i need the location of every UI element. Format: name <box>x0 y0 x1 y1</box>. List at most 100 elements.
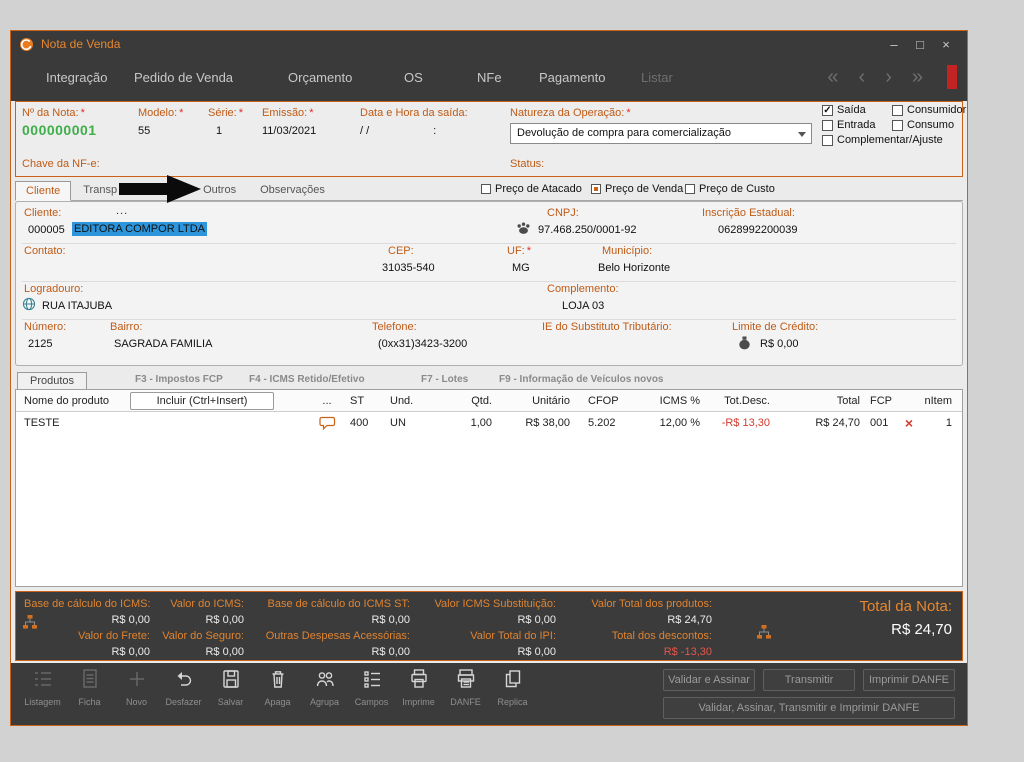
titlebar: Nota de Venda – □ × <box>11 31 967 57</box>
modelo-value[interactable]: 55 <box>138 125 183 137</box>
data-saida-time-value[interactable]: : <box>433 125 436 137</box>
chave-nfe-label: Chave da NF-e: <box>22 158 100 170</box>
menu-orcamento[interactable]: Orçamento <box>288 70 352 85</box>
hint-f9: F9 - Informação de Veículos novos <box>499 374 664 385</box>
bairro-value: SAGRADA FAMILIA <box>114 338 213 350</box>
toolbar-campos-button[interactable]: Campos <box>348 667 395 707</box>
checkbox-saida[interactable]: ✓ Saída <box>822 104 866 116</box>
toolbar-replica-button[interactable]: Replica <box>489 667 536 707</box>
last-record-icon[interactable]: » <box>912 66 923 88</box>
grand-total-value: R$ 24,70 <box>891 621 952 638</box>
prev-record-icon[interactable]: ‹ <box>859 66 866 88</box>
numero-nota-label: Nº da Nota: <box>22 107 79 119</box>
cliente-nome-value[interactable]: EDITORA COMPOR LTDA <box>72 222 208 236</box>
toolbar-danfe-button[interactable]: DANFE <box>442 667 489 707</box>
cell-qtd: 1,00 <box>470 417 492 429</box>
emissao-label: Emissão: <box>262 107 308 119</box>
hint-f4: F4 - ICMS Retido/Efetivo <box>249 374 365 385</box>
tab-observacoes[interactable]: Observações <box>248 180 337 200</box>
field-serie: Série: * 1 <box>208 107 243 137</box>
checkbox-entrada[interactable]: Entrada <box>822 119 876 131</box>
produtos-grid: Nome do produto Incluir (Ctrl+Insert) ..… <box>15 389 963 587</box>
note-header-panel: Nº da Nota: * 000000001 Modelo: * 55 Série… <box>15 101 966 177</box>
transmitir-button[interactable]: Transmitir <box>763 669 855 691</box>
serie-value[interactable]: 1 <box>208 125 243 137</box>
tab-cliente[interactable]: Cliente <box>15 181 72 201</box>
close-button[interactable]: × <box>933 37 959 52</box>
cliente-panel: Cliente: ... 000005 EDITORA COMPOR LTDA … <box>15 201 963 366</box>
toolbar-agrupa-button[interactable]: Agrupa <box>301 667 348 707</box>
natureza-label: Natureza da Operação: <box>510 107 625 119</box>
network-icon <box>756 624 772 645</box>
tab-produtos[interactable]: Produtos <box>17 372 88 389</box>
cell-total: R$ 24,70 <box>815 417 860 429</box>
next-record-icon[interactable]: › <box>885 66 892 88</box>
totals-col-1: Base de cálculo do ICMS: R$ 0,00 Valor d… <box>24 596 151 660</box>
incluir-button[interactable]: Incluir (Ctrl+Insert) <box>130 392 274 410</box>
first-record-icon[interactable]: « <box>827 66 838 88</box>
checkbox-icon <box>892 119 903 131</box>
toolbar-apaga-button[interactable]: Apaga <box>254 667 301 707</box>
cell-icms: 12,00 % <box>659 417 700 429</box>
produtos-tabrow: Produtos F3 - Impostos FCP F4 - ICMS Ret… <box>15 369 963 389</box>
table-row[interactable]: TESTE 400 UN 1,00 R$ 38,00 5.202 12,00 %… <box>16 412 962 434</box>
col-fcp-header: FCP <box>870 395 892 407</box>
toolbar-salvar-button[interactable]: Salvar <box>207 667 254 707</box>
menu-pagamento[interactable]: Pagamento <box>539 70 606 85</box>
radio-preco-venda[interactable]: Preço de Venda <box>591 183 683 195</box>
delete-row-icon[interactable]: × <box>900 412 918 434</box>
bairro-label: Bairro: <box>110 321 143 333</box>
radio-preco-atacado[interactable]: Preço de Atacado <box>481 183 582 195</box>
cell-nome: TESTE <box>24 417 60 429</box>
natureza-selected-option: Devolução de compra para comercialização <box>517 127 731 139</box>
data-saida-date-value[interactable]: / / <box>360 125 369 137</box>
document-icon <box>79 667 101 691</box>
field-emissao: Emissão: * 11/03/2021 <box>262 107 316 137</box>
toolbar-desfazer-button[interactable]: Desfazer <box>160 667 207 707</box>
menu-pedido-de-venda[interactable]: Pedido de Venda <box>134 70 233 85</box>
bottom-toolbar: Listagem Ficha Novo Desfazer Salvar Apag… <box>11 663 967 725</box>
globe-icon <box>22 297 36 314</box>
comment-icon[interactable] <box>314 412 340 434</box>
total-label: Total dos descontos: <box>611 630 712 642</box>
checkbox-consumo[interactable]: Consumo <box>892 119 954 131</box>
checkbox-complementar-ajuste[interactable]: Complementar/Ajuste <box>822 134 943 146</box>
menubar: Integração Pedido de Venda Orçamento OS … <box>11 57 967 101</box>
natureza-operacao-select[interactable]: Devolução de compra para comercialização <box>510 123 812 144</box>
col-total-header: Total <box>836 395 860 407</box>
municipio-label: Município: <box>602 245 653 257</box>
telefone-value: (0xx31)3423-3200 <box>378 338 468 350</box>
checkbox-entrada-label: Entrada <box>837 119 876 131</box>
hint-f7: F7 - Lotes <box>421 374 469 385</box>
toolbar-imprime-button[interactable]: Imprime <box>395 667 442 707</box>
emissao-value[interactable]: 11/03/2021 <box>262 125 316 137</box>
cell-cfop: 5.202 <box>588 417 616 429</box>
cliente-lookup-button[interactable]: ... <box>116 205 128 217</box>
menu-os[interactable]: OS <box>404 70 423 85</box>
col-cfop-header: CFOP <box>588 395 619 407</box>
numero-nota-value[interactable]: 000000001 <box>22 122 97 138</box>
maximize-button[interactable]: □ <box>907 37 933 52</box>
required-mark: * <box>626 107 631 119</box>
validar-assinar-transmitir-imprimir-button[interactable]: Validar, Assinar, Transmitir e Imprimir … <box>663 697 955 719</box>
field-status: Status: <box>510 158 544 170</box>
radio-preco-custo[interactable]: Preço de Custo <box>685 183 775 195</box>
radio-selected-icon <box>591 184 601 194</box>
col-nome-header: Nome do produto <box>24 395 109 407</box>
data-saida-label: Data e Hora da saída: <box>360 107 468 119</box>
toolbar-ficha-button: Ficha <box>66 667 113 707</box>
record-navigation: « ‹ › » <box>827 65 957 89</box>
required-mark: * <box>179 107 184 119</box>
menu-integracao[interactable]: Integração <box>46 70 107 85</box>
checkbox-consumidor[interactable]: Consumidor <box>892 104 966 116</box>
logradouro-label: Logradouro: <box>24 283 84 295</box>
cliente-codigo-value[interactable]: 000005 <box>28 224 65 236</box>
required-mark: * <box>309 107 314 119</box>
total-label: Base de cálculo do ICMS ST: <box>267 598 410 610</box>
validar-assinar-button[interactable]: Validar e Assinar <box>663 669 755 691</box>
imprimir-danfe-button[interactable]: Imprimir DANFE <box>863 669 955 691</box>
checkbox-icon <box>892 104 903 116</box>
minimize-button[interactable]: – <box>881 37 907 52</box>
menu-nfe[interactable]: NFe <box>477 70 502 85</box>
uf-value: MG <box>512 262 530 274</box>
